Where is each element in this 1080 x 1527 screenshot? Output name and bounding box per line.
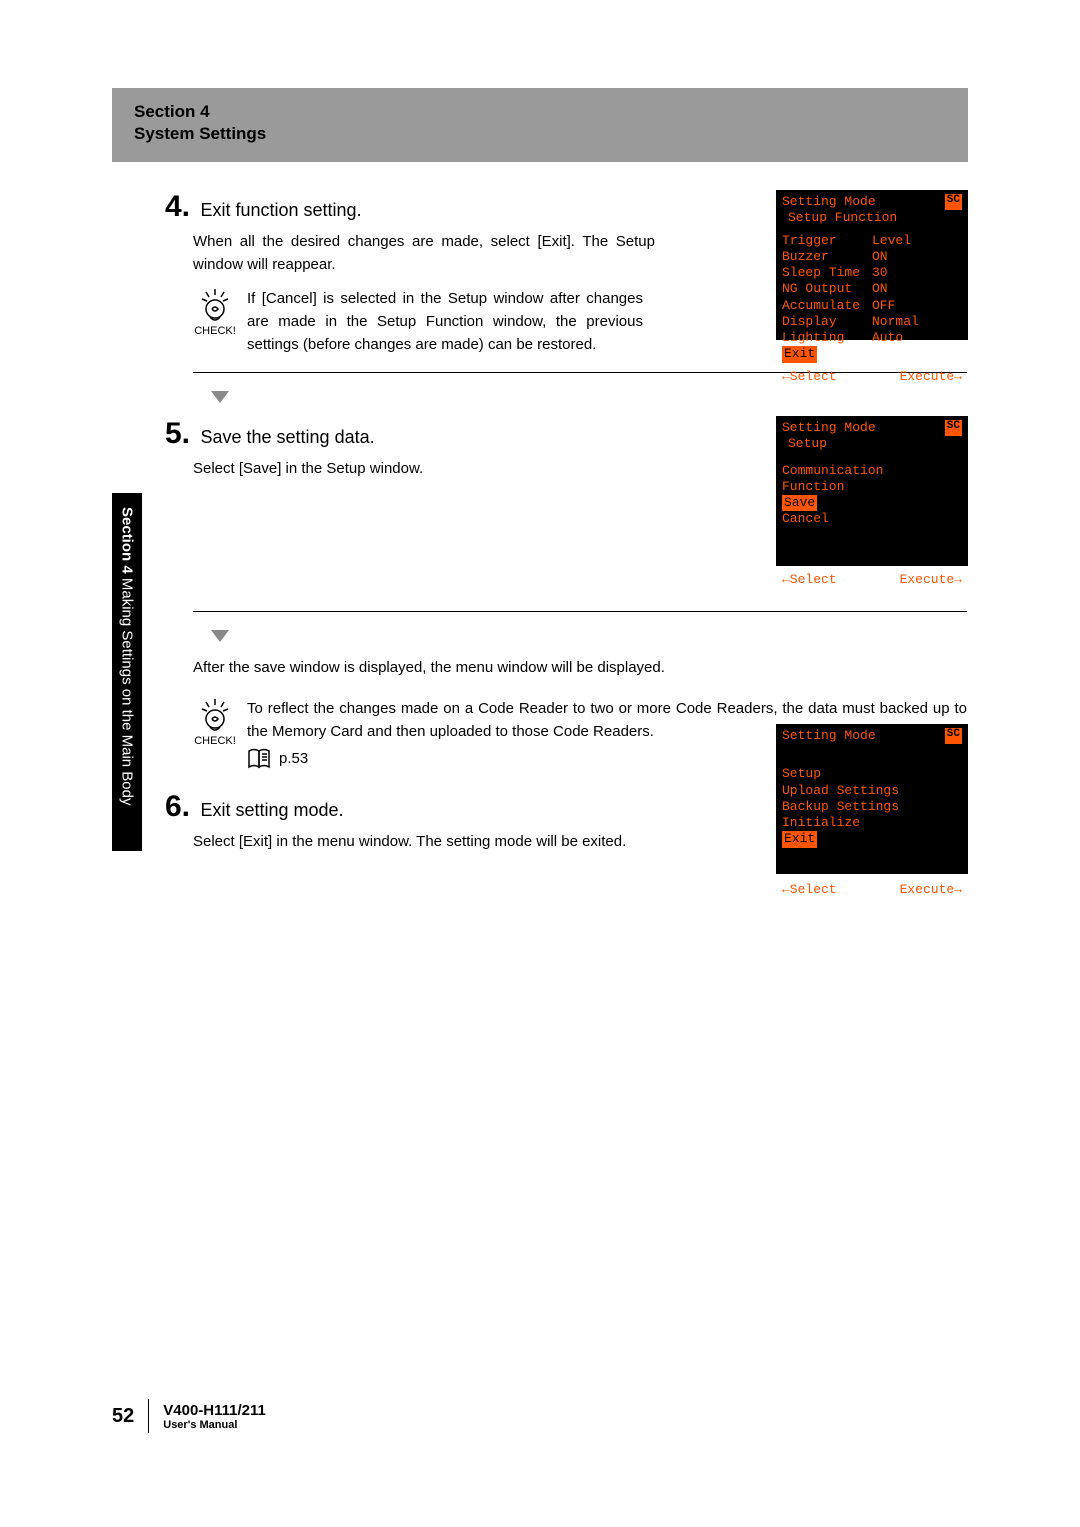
down-arrow-icon [211, 630, 229, 642]
step-4-title: Exit function setting. [200, 200, 361, 221]
book-icon [247, 747, 273, 769]
check-label: CHECK! [194, 735, 236, 747]
side-tab-title: Making Settings on the Main Body [119, 574, 136, 806]
check-label: CHECK! [194, 325, 236, 337]
screen2-foot-left: ←Select [782, 572, 837, 588]
screen3-item: Initialize [782, 815, 962, 831]
section-header: Section 4 System Settings [112, 88, 968, 162]
footer-model: V400-H111/211 [163, 1402, 266, 1419]
footer-manual: User's Manual [163, 1419, 266, 1431]
screen1-mode: Setting Mode [782, 194, 876, 210]
screen1-row-v: Auto [872, 330, 903, 346]
screen2-item: Cancel [782, 511, 962, 527]
screen3-highlight: Exit [782, 831, 817, 847]
screen2-item: Communication [782, 463, 962, 479]
screen1-row-v: 30 [872, 265, 888, 281]
sc-badge: SC [945, 194, 962, 210]
screen3-item: Backup Settings [782, 799, 962, 815]
device-screen-menu: Setting Mode SC Setup Upload Settings Ba… [776, 724, 968, 874]
screen1-row-k: Display [782, 314, 872, 330]
page-ref: p.53 [279, 750, 308, 767]
side-tab-section: Section 4 [119, 507, 136, 574]
screen3-foot-right: Execute→ [900, 882, 962, 898]
screen1-row-k: Lighting [782, 330, 872, 346]
check-icon: CHECK! [193, 697, 237, 747]
screen1-row-k: Buzzer [782, 249, 872, 265]
screen3-item: Setup [782, 766, 962, 782]
screen1-highlight: Exit [782, 346, 817, 362]
step-4-number: 4. [165, 190, 190, 224]
page-footer: 52 V400-H111/211 User's Manual [112, 1399, 266, 1433]
screen1-row-v: Normal [872, 314, 919, 330]
device-screen-setup: Setting Mode SC Setup Communication Func… [776, 416, 968, 566]
screen1-row-k: Trigger [782, 233, 872, 249]
section-title: System Settings [134, 124, 946, 144]
screen1-subtitle: Setup Function [782, 210, 962, 226]
page-number: 52 [112, 1405, 134, 1428]
step-4-body: When all the desired changes are made, s… [193, 230, 655, 277]
screen3-mode: Setting Mode [782, 728, 876, 744]
screen1-row-v: Level [872, 233, 911, 249]
screen2-foot-right: Execute→ [900, 572, 962, 588]
step-5-after: After the save window is displayed, the … [193, 656, 967, 679]
screen2-highlight: Save [782, 495, 817, 511]
footer-divider [148, 1399, 149, 1433]
screen2-item: Function [782, 479, 962, 495]
step-5-body: Select [Save] in the Setup window. [193, 457, 655, 480]
step-5-title: Save the setting data. [200, 427, 374, 448]
screen1-row-v: ON [872, 249, 888, 265]
section-number: Section 4 [134, 102, 946, 122]
step-5-number: 5. [165, 417, 190, 451]
step-6-number: 6. [165, 790, 190, 824]
screen2-subtitle: Setup [782, 436, 962, 452]
screen1-foot-left: ←Select [782, 369, 837, 385]
check-icon: CHECK! [193, 287, 237, 337]
step-4-check-text: If [Cancel] is selected in the Setup win… [247, 287, 643, 357]
screen1-row-k: NG Output [782, 281, 872, 297]
screen1-row-v: OFF [872, 298, 895, 314]
step-6-title: Exit setting mode. [200, 800, 343, 821]
device-screen-setup-function: Setting Mode SC Setup Function TriggerLe… [776, 190, 968, 340]
side-tab: Section 4 Making Settings on the Main Bo… [112, 493, 142, 851]
screen1-row-k: Accumulate [782, 298, 872, 314]
screen3-foot-left: ←Select [782, 882, 837, 898]
divider [193, 611, 967, 612]
sc-badge: SC [945, 728, 962, 744]
screen1-row-k: Sleep Time [782, 265, 872, 281]
screen1-row-v: ON [872, 281, 888, 297]
sc-badge: SC [945, 420, 962, 436]
screen1-foot-right: Execute→ [900, 369, 962, 385]
screen3-item: Upload Settings [782, 783, 962, 799]
screen2-mode: Setting Mode [782, 420, 876, 436]
down-arrow-icon [211, 391, 229, 403]
step-6-body: Select [Exit] in the menu window. The se… [193, 830, 655, 853]
